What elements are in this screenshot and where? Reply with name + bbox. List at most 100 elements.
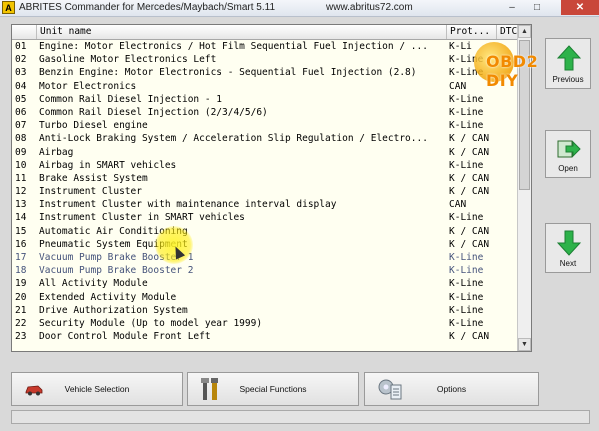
unit-name: Airbag [39, 146, 74, 158]
unit-name: Drive Authorization System [39, 304, 188, 316]
unit-name: Benzin Engine: Motor Electronics - Seque… [39, 67, 417, 79]
list-header: Unit name Prot... DTC [12, 25, 519, 40]
list-item[interactable]: 12 Instrument Cluster K / CAN [12, 185, 519, 198]
unit-protocol: K / CAN [449, 225, 490, 237]
title-bar: A ABRITES Commander for Mercedes/Maybach… [0, 0, 599, 17]
header-num[interactable] [12, 25, 37, 39]
unit-protocol: K-Line [449, 159, 484, 171]
list-item[interactable]: 08 Anti-Lock Braking System / Acceleratio… [12, 132, 519, 145]
unit-protocol: K-Line [449, 317, 484, 329]
list-item[interactable]: 18 Vacuum Pump Brake Booster 2 K-Line [12, 264, 519, 277]
maximize-button[interactable]: □ [525, 0, 549, 15]
unit-name: Turbo Diesel engine [39, 120, 148, 132]
unit-number: 11 [15, 172, 27, 184]
window-url: www.abritus72.com [326, 2, 413, 13]
unit-number: 12 [15, 186, 27, 198]
down-arrow-icon [557, 230, 581, 256]
list-item[interactable]: 05 Common Rail Diesel Injection - 1 K-Line [12, 93, 519, 106]
list-item[interactable]: 15 Automatic Air Conditioning K / CAN [12, 225, 519, 238]
unit-protocol: K-Line [449, 67, 484, 79]
list-item[interactable]: 09 Airbag K / CAN [12, 146, 519, 159]
unit-protocol: K / CAN [449, 186, 490, 198]
unit-number: 07 [15, 120, 27, 132]
list-item[interactable]: 21 Drive Authorization System K-Line [12, 304, 519, 317]
list-item[interactable]: 19 All Activity Module K-Line [12, 277, 519, 290]
unit-number: 01 [15, 41, 27, 52]
previous-button[interactable]: Previous [545, 38, 591, 89]
list-item[interactable]: 13 Instrument Cluster with maintenance in… [12, 198, 519, 211]
unit-protocol: K-Line [449, 304, 484, 316]
unit-number: 05 [15, 93, 27, 105]
unit-name: Anti-Lock Braking System / Acceleration … [39, 133, 428, 145]
list-item[interactable]: 10 Airbag in SMART vehicles K-Line [12, 159, 519, 172]
unit-name: Motor Electronics [39, 80, 137, 92]
unit-name: Airbag in SMART vehicles [39, 159, 177, 171]
unit-protocol: K-Line [449, 278, 484, 290]
list-item[interactable]: 17 Vacuum Pump Brake Booster 1 K-Line [12, 251, 519, 264]
unit-number: 18 [15, 265, 27, 277]
list-item[interactable]: 23 Door Control Module Front Left K / CAN [12, 330, 519, 343]
unit-number: 08 [15, 133, 27, 145]
unit-protocol: CAN [449, 199, 467, 211]
options-button[interactable]: Options [364, 372, 539, 406]
unit-name: All Activity Module [39, 278, 148, 290]
unit-list[interactable]: Unit name Prot... DTC 01 Engine: Motor El… [11, 24, 532, 352]
list-item[interactable]: 11 Brake Assist System K / CAN [12, 172, 519, 185]
unit-name: Gasoline Motor Electronics Left [39, 54, 217, 66]
vehicle-selection-button[interactable]: Vehicle Selection [11, 372, 183, 406]
unit-number: 10 [15, 159, 27, 171]
up-arrow-icon [557, 45, 581, 71]
window-title: ABRITES Commander for Mercedes/Maybach/S… [19, 2, 276, 13]
list-item[interactable]: 22 Security Module (Up to model year 1999… [12, 317, 519, 330]
special-functions-button[interactable]: Special Functions [187, 372, 359, 406]
unit-protocol: K-Line [449, 265, 484, 277]
status-bar [11, 410, 590, 424]
unit-protocol: K-Line [449, 120, 484, 132]
unit-number: 22 [15, 317, 27, 329]
header-protocol[interactable]: Prot... [447, 25, 497, 39]
list-item[interactable]: 16 Pneumatic System Equipment K / CAN [12, 238, 519, 251]
list-item[interactable]: 06 Common Rail Diesel Injection (2/3/4/5/… [12, 106, 519, 119]
previous-label: Previous [552, 75, 584, 84]
unit-number: 21 [15, 304, 27, 316]
open-button[interactable]: Open [545, 130, 591, 178]
scroll-thumb[interactable] [519, 40, 530, 190]
unit-protocol: K / CAN [449, 133, 490, 145]
minimize-button[interactable]: – [500, 0, 524, 15]
unit-name: Pneumatic System Equipment [39, 238, 188, 250]
unit-protocol: CAN [449, 80, 467, 92]
list-item[interactable]: 03 Benzin Engine: Motor Electronics - Seq… [12, 66, 519, 79]
unit-number: 03 [15, 67, 27, 79]
list-item[interactable]: 02 Gasoline Motor Electronics Left K-Line [12, 53, 519, 66]
unit-name: Automatic Air Conditioning [39, 225, 188, 237]
vehicle-selection-label: Vehicle Selection [64, 384, 130, 394]
unit-name: Vacuum Pump Brake Booster 2 [39, 265, 194, 277]
unit-number: 16 [15, 238, 27, 250]
scroll-up-icon[interactable]: ▲ [518, 25, 531, 38]
list-item[interactable]: 20 Extended Activity Module K-Line [12, 291, 519, 304]
open-label: Open [558, 164, 578, 173]
vertical-scrollbar[interactable]: ▲ ▼ [517, 25, 531, 351]
special-functions-label: Special Functions [239, 384, 307, 394]
list-rows: 01 Engine: Motor Electronics / Hot Film S… [12, 40, 519, 343]
unit-name: Common Rail Diesel Injection - 1 [39, 93, 223, 105]
close-button[interactable]: ✕ [561, 0, 599, 15]
unit-number: 15 [15, 225, 27, 237]
unit-protocol: K / CAN [449, 238, 490, 250]
scroll-down-icon[interactable]: ▼ [518, 338, 531, 351]
next-button[interactable]: Next [545, 223, 591, 273]
unit-name: Security Module (Up to model year 1999) [39, 317, 263, 329]
unit-number: 19 [15, 278, 27, 290]
unit-name: Common Rail Diesel Injection (2/3/4/5/6) [39, 106, 268, 118]
header-dtc[interactable]: DTC [497, 25, 519, 39]
app-icon: A [2, 1, 15, 14]
unit-number: 13 [15, 199, 27, 211]
unit-protocol: K / CAN [449, 172, 490, 184]
list-item[interactable]: 07 Turbo Diesel engine K-Line [12, 119, 519, 132]
unit-protocol: K-Line [449, 93, 484, 105]
list-item[interactable]: 14 Instrument Cluster in SMART vehicles K-… [12, 211, 519, 224]
header-unit-name[interactable]: Unit name [37, 25, 447, 39]
unit-number: 20 [15, 291, 27, 303]
list-item[interactable]: 01 Engine: Motor Electronics / Hot Film S… [12, 40, 519, 53]
list-item[interactable]: 04 Motor Electronics CAN [12, 80, 519, 93]
